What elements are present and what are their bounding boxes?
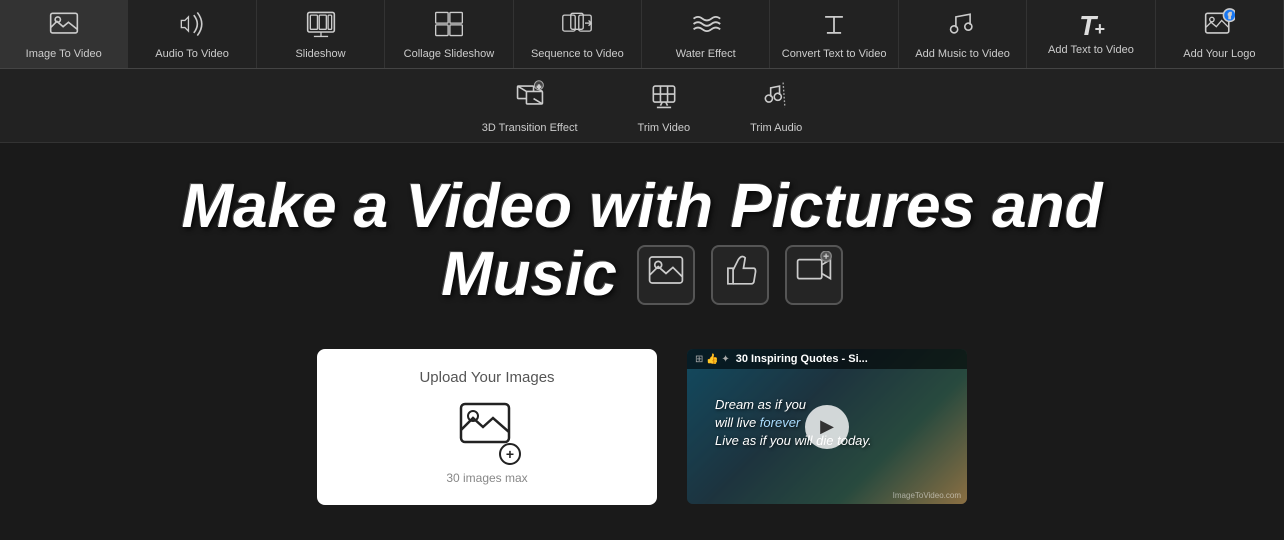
nav-label-image-to-video: Image To Video: [26, 48, 102, 60]
hero-video-icon[interactable]: [785, 245, 843, 305]
nav-label-add-music-to-video: Add Music to Video: [915, 48, 1010, 60]
sequence-to-video-icon: [561, 8, 593, 44]
add-your-logo-icon: f: [1203, 8, 1235, 44]
nav-item-collage-slideshow[interactable]: Collage Slideshow: [385, 0, 513, 68]
video-controls-icon: ⊞ 👍 ✦: [695, 354, 730, 365]
nav-item-add-text-to-video[interactable]: T+ Add Text to Video: [1027, 0, 1155, 68]
video-title-bar: ⊞ 👍 ✦ 30 Inspiring Quotes - Si...: [687, 349, 967, 369]
nav-item-add-music-to-video[interactable]: Add Music to Video: [899, 0, 1027, 68]
slideshow-icon: [305, 8, 337, 44]
nav-item-convert-text-to-video[interactable]: Convert Text to Video: [770, 0, 898, 68]
nav-item-3d-transition[interactable]: + 3D Transition Effect: [472, 75, 588, 138]
upload-plus-icon: +: [499, 443, 521, 465]
nav-label-add-text-to-video: Add Text to Video: [1048, 44, 1134, 56]
hero-title-line2: Music: [441, 241, 843, 309]
nav-label-slideshow: Slideshow: [295, 48, 345, 60]
video-watermark: ImageToVideo.com: [893, 491, 961, 500]
nav-label-trim-video: Trim Video: [638, 122, 691, 134]
hero-title-line2-text: Music: [441, 241, 617, 309]
nav-item-trim-video[interactable]: Trim Video: [628, 75, 701, 138]
hero-like-icon[interactable]: [711, 245, 769, 305]
upload-hint: 30 images max: [446, 471, 527, 485]
hero-title: Make a Video with Pictures and Music: [20, 173, 1264, 309]
convert-text-to-video-icon: [818, 8, 850, 44]
collage-slideshow-icon: [433, 8, 465, 44]
svg-text:f: f: [1229, 12, 1232, 21]
nav-item-image-to-video[interactable]: Image To Video: [0, 0, 128, 68]
hero-title-line1: Make a Video with Pictures and: [181, 173, 1102, 241]
nav-item-sequence-to-video[interactable]: Sequence to Video: [514, 0, 642, 68]
trim-audio-icon: [760, 79, 792, 118]
nav-label-collage-slideshow: Collage Slideshow: [404, 48, 495, 60]
upload-icon-wrap: +: [459, 396, 515, 461]
content-area: Upload Your Images + 30 images max ⊞ 👍 ✦…: [0, 339, 1284, 525]
nav-label-3d-transition: 3D Transition Effect: [482, 122, 578, 134]
second-navigation: + 3D Transition Effect Trim Video: [0, 69, 1284, 143]
nav-item-audio-to-video[interactable]: Audio To Video: [128, 0, 256, 68]
video-title-icons: ⊞ 👍 ✦: [695, 354, 730, 365]
nav-label-trim-audio: Trim Audio: [750, 122, 802, 134]
svg-text:+: +: [537, 84, 541, 91]
nav-item-slideshow[interactable]: Slideshow: [257, 0, 385, 68]
image-to-video-icon: [48, 8, 80, 44]
video-play-button[interactable]: ▶: [805, 405, 849, 449]
top-navigation: Image To Video Audio To Video Slideshow: [0, 0, 1284, 69]
3d-transition-icon: +: [514, 79, 546, 118]
video-title-text: 30 Inspiring Quotes - Si...: [736, 353, 868, 365]
water-effect-icon: [690, 8, 722, 44]
nav-item-water-effect[interactable]: Water Effect: [642, 0, 770, 68]
nav-label-add-your-logo: Add Your Logo: [1183, 48, 1255, 60]
nav-item-trim-audio[interactable]: Trim Audio: [740, 75, 812, 138]
nav-label-water-effect: Water Effect: [676, 48, 736, 60]
upload-box[interactable]: Upload Your Images + 30 images max: [317, 349, 657, 505]
hero-section: Make a Video with Pictures and Music: [0, 143, 1284, 339]
audio-to-video-icon: [176, 8, 208, 44]
video-thumbnail[interactable]: ⊞ 👍 ✦ 30 Inspiring Quotes - Si... Dream …: [687, 349, 967, 504]
upload-label: Upload Your Images: [419, 369, 554, 386]
add-text-to-video-icon: T+: [1079, 12, 1103, 40]
nav-item-add-your-logo[interactable]: f Add Your Logo: [1156, 0, 1284, 68]
nav-label-audio-to-video: Audio To Video: [155, 48, 229, 60]
hero-image-icon[interactable]: [637, 245, 695, 305]
hero-icon-group: [637, 245, 843, 305]
nav-label-convert-text-to-video: Convert Text to Video: [782, 48, 887, 60]
nav-label-sequence-to-video: Sequence to Video: [531, 48, 624, 60]
add-music-to-video-icon: [947, 8, 979, 44]
trim-video-icon: [648, 79, 680, 118]
